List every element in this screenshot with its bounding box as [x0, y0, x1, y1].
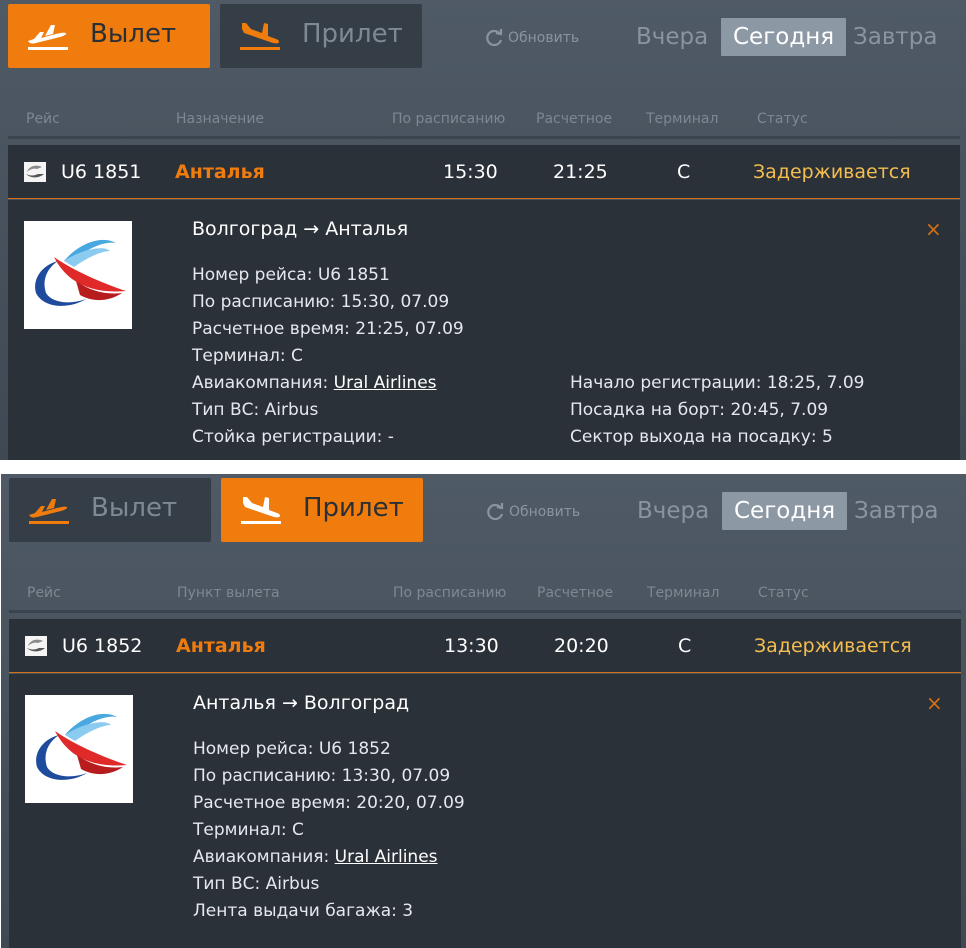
airline-mini-logo	[24, 162, 46, 182]
plane-takeoff-icon	[28, 25, 68, 50]
plane-landing-icon	[240, 23, 280, 50]
flight-number: U6 1851	[61, 161, 142, 183]
column-header-flight: Рейс	[27, 585, 61, 601]
flight-terminal: C	[678, 635, 692, 657]
detail-estimated: Расчетное время: 21:25, 07.09	[192, 319, 464, 339]
day-today[interactable]: Сегодня	[722, 492, 848, 530]
flight-city: Анталья	[176, 635, 266, 657]
close-icon[interactable]: ×	[925, 217, 942, 241]
detail-scheduled: По расписанию: 13:30, 07.09	[193, 766, 451, 786]
column-header-flight: Рейс	[26, 111, 60, 127]
column-header-status: Статус	[757, 111, 808, 127]
refresh-label: Обновить	[509, 504, 581, 520]
day-yesterday[interactable]: Вчера	[624, 18, 720, 56]
detail-airline: Авиакомпания: Ural Airlines	[193, 847, 438, 867]
detail-terminal: Терминал: C	[192, 346, 303, 366]
route-title: Волгоград → Анталья	[192, 218, 409, 240]
column-header-estimated: Расчетное	[537, 585, 614, 601]
plane-takeoff-icon	[29, 499, 69, 524]
flight-status: Задерживается	[754, 635, 912, 657]
airline-link[interactable]: Ural Airlines	[335, 847, 438, 867]
detail-gate: Сектор выхода на посадку: 5	[570, 427, 833, 447]
detail-airline: Авиакомпания: Ural Airlines	[192, 373, 437, 393]
flight-scheduled: 13:30	[444, 635, 499, 657]
ural-airlines-logo	[24, 221, 132, 329]
refresh-label: Обновить	[508, 30, 580, 46]
detail-terminal: Терминал: C	[193, 820, 304, 840]
column-header-origin: Пункт вылета	[177, 585, 280, 601]
detail-checkin-desk: Стойка регистрации: -	[192, 427, 394, 447]
detail-airline-label: Авиакомпания:	[192, 373, 334, 393]
day-yesterday[interactable]: Вчера	[625, 492, 721, 530]
detail-aircraft: Тип ВС: Airbus	[192, 400, 319, 420]
detail-flight-number: Номер рейса: U6 1851	[192, 265, 390, 285]
plane-landing-icon	[241, 497, 281, 524]
departure-tab-label: Вылет	[91, 493, 178, 523]
flight-board-departures: Вылет Прилет Обновить Вчера Сегодня Завт…	[0, 0, 966, 460]
detail-checkin-start: Начало регистрации: 18:25, 7.09	[570, 373, 865, 393]
flight-status: Задерживается	[753, 161, 911, 183]
route-title: Анталья → Волгоград	[193, 692, 410, 714]
flight-detail: Волгоград → Анталья Номер рейса: U6 1851…	[8, 200, 960, 460]
departure-tab[interactable]: Вылет	[9, 478, 211, 542]
flight-terminal: C	[677, 161, 691, 183]
flight-board-arrivals: Вылет Прилет Обновить Вчера Сегодня Завт…	[1, 474, 966, 948]
column-header-terminal: Терминал	[647, 585, 720, 601]
column-header-terminal: Терминал	[646, 111, 719, 127]
flight-number: U6 1852	[62, 635, 143, 657]
departure-tab[interactable]: Вылет	[8, 4, 210, 68]
column-header-destination: Назначение	[176, 111, 265, 127]
close-icon[interactable]: ×	[926, 691, 943, 715]
header-divider	[9, 610, 961, 613]
day-tomorrow[interactable]: Завтра	[842, 492, 951, 530]
column-header-scheduled: По расписанию	[393, 585, 507, 601]
detail-boarding: Посадка на борт: 20:45, 7.09	[570, 400, 829, 420]
column-header-scheduled: По расписанию	[392, 111, 506, 127]
flight-estimated: 20:20	[554, 635, 609, 657]
arrival-tab[interactable]: Прилет	[220, 4, 422, 68]
flight-detail: Анталья → Волгоград Номер рейса: U6 1852…	[9, 674, 961, 948]
arrival-tab-label: Прилет	[302, 19, 403, 49]
refresh-button[interactable]: Обновить	[484, 28, 579, 48]
airline-mini-logo	[25, 636, 47, 656]
refresh-icon	[486, 29, 503, 47]
arrival-tab-label: Прилет	[303, 493, 404, 523]
refresh-button[interactable]: Обновить	[485, 502, 580, 522]
flight-estimated: 21:25	[553, 161, 608, 183]
detail-airline-label: Авиакомпания:	[193, 847, 335, 867]
flight-row[interactable]: U6 1852 Анталья 13:30 20:20 C Задерживае…	[9, 619, 961, 673]
airline-link[interactable]: Ural Airlines	[334, 373, 437, 393]
header-divider	[8, 136, 960, 139]
ural-airlines-logo	[25, 695, 133, 803]
arrival-tab[interactable]: Прилет	[221, 478, 423, 542]
departure-tab-label: Вылет	[90, 19, 177, 49]
flight-scheduled: 15:30	[443, 161, 498, 183]
detail-scheduled: По расписанию: 15:30, 07.09	[192, 292, 450, 312]
flight-row[interactable]: U6 1851 Анталья 15:30 21:25 C Задерживае…	[8, 145, 960, 199]
column-header-status: Статус	[758, 585, 809, 601]
flight-city: Анталья	[175, 161, 265, 183]
detail-aircraft: Тип ВС: Airbus	[193, 874, 320, 894]
day-tomorrow[interactable]: Завтра	[841, 18, 950, 56]
column-header-estimated: Расчетное	[536, 111, 613, 127]
detail-baggage-belt: Лента выдачи багажа: 3	[193, 901, 414, 921]
detail-estimated: Расчетное время: 20:20, 07.09	[193, 793, 465, 813]
day-today[interactable]: Сегодня	[721, 18, 847, 56]
refresh-icon	[487, 503, 504, 521]
detail-flight-number: Номер рейса: U6 1852	[193, 739, 391, 759]
